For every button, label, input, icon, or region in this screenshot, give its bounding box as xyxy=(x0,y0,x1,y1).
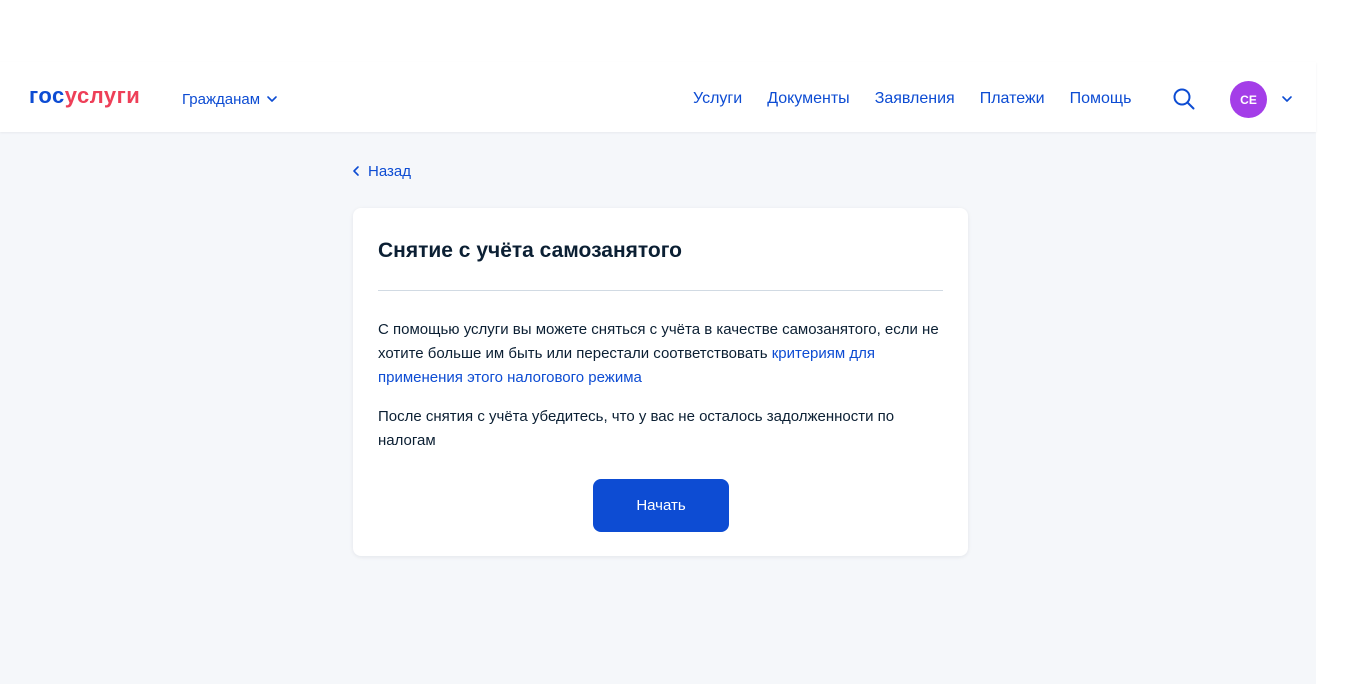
nav-documents[interactable]: Документы xyxy=(767,87,849,111)
page-title: Снятие с учёта самозанятого xyxy=(378,239,683,262)
avatar[interactable]: СЕ xyxy=(1230,81,1267,118)
top-blank-area xyxy=(0,0,1316,62)
start-button[interactable]: Начать xyxy=(593,479,729,532)
service-card: Снятие с учёта самозанятого С помощью ус… xyxy=(353,208,968,556)
nav-help[interactable]: Помощь xyxy=(1070,87,1132,111)
nav-applications[interactable]: Заявления xyxy=(875,87,955,111)
chevron-down-icon xyxy=(267,96,277,102)
gosuslugi-logo[interactable]: госуслуги xyxy=(29,84,140,108)
logo-part-2: услуги xyxy=(64,83,141,108)
divider xyxy=(378,290,943,291)
nav-services[interactable]: Услуги xyxy=(693,87,742,111)
chevron-down-icon[interactable] xyxy=(1281,93,1293,105)
role-menu-label: Гражданам xyxy=(182,90,261,108)
back-link-label: Назад xyxy=(368,162,411,180)
search-icon[interactable] xyxy=(1172,87,1196,111)
site-header: госуслуги Гражданам Услуги Документы Зая… xyxy=(0,62,1316,132)
role-menu[interactable]: Гражданам xyxy=(182,87,278,111)
page-background: госуслуги Гражданам Услуги Документы Зая… xyxy=(0,0,1316,684)
chevron-left-icon xyxy=(353,166,359,176)
debt-notice: После снятия с учёта убедитесь, что у ва… xyxy=(378,408,895,449)
logo-part-1: гос xyxy=(29,83,65,108)
avatar-initials: СЕ xyxy=(1240,92,1257,107)
back-link[interactable]: Назад xyxy=(352,160,411,182)
nav-payments[interactable]: Платежи xyxy=(980,87,1045,111)
service-description: С помощью услуги вы можете сняться с учё… xyxy=(378,318,943,390)
main-nav: Услуги Документы Заявления Платежи Помощ… xyxy=(693,87,1131,111)
